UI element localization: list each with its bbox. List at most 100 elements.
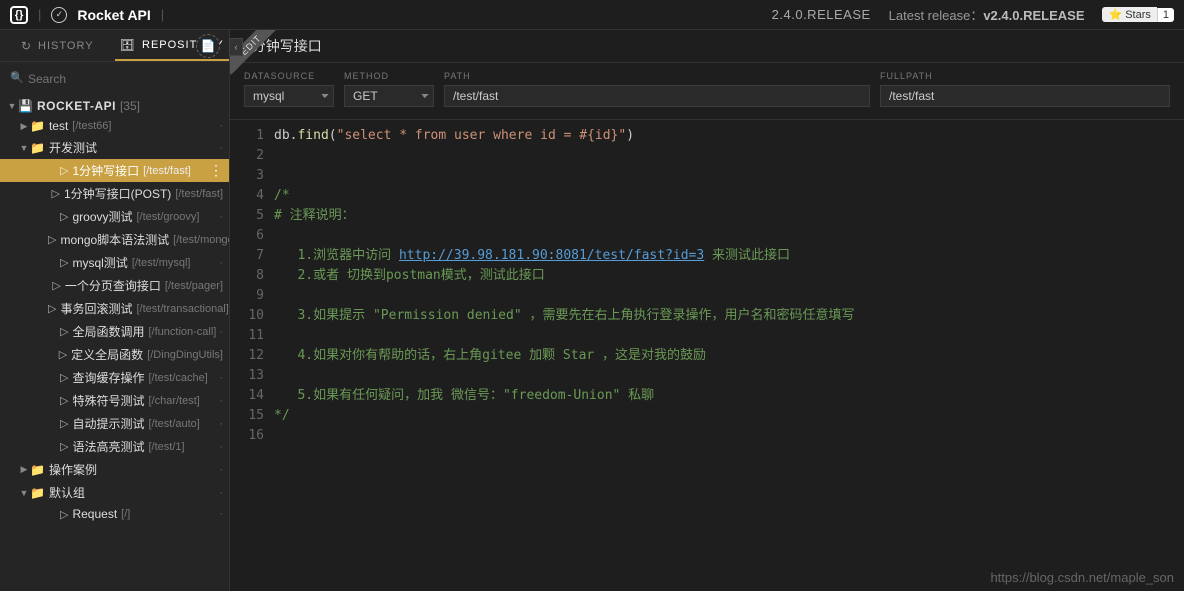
- tree-folder[interactable]: ▶📁test[/test66]·: [0, 116, 229, 136]
- collapse-sidebar-button[interactable]: ‹: [229, 38, 243, 56]
- tree-file[interactable]: ▷mysql测试[/test/mysql]·: [0, 251, 229, 274]
- tree-folder[interactable]: ▼📁开发测试·: [0, 136, 229, 159]
- node-path: [/test/auto]: [148, 418, 199, 430]
- file-icon: ▷: [60, 394, 68, 407]
- search-input[interactable]: [8, 68, 221, 90]
- code-body[interactable]: db.find("select * from user where id = #…: [274, 126, 1184, 591]
- file-icon: ▷: [52, 187, 60, 200]
- folder-icon: 📁: [30, 486, 45, 500]
- chevron-icon[interactable]: ▼: [18, 488, 30, 498]
- node-path: [/test/1]: [148, 441, 184, 453]
- file-icon: ▷: [60, 508, 68, 521]
- path-input[interactable]: [444, 85, 870, 107]
- tree-file[interactable]: ▷定义全局函数[/DingDingUtils]·: [0, 343, 229, 366]
- node-name: test: [49, 119, 68, 133]
- sidebar: ↻HISTORY 🗄REPOSITORY ▼ 💾 ROCKET-API [35]…: [0, 30, 230, 591]
- node-name: 定义全局函数: [71, 346, 143, 363]
- node-name: 查询缓存操作: [72, 369, 144, 386]
- root-name: ROCKET-API: [37, 99, 116, 113]
- search-row: [0, 62, 229, 96]
- path-field: PATH: [444, 71, 870, 107]
- app-header: {} | ✓ Rocket API | 2.4.0.RELEASE Latest…: [0, 0, 1184, 30]
- fullpath-input[interactable]: [880, 85, 1170, 107]
- file-icon: ▷: [59, 348, 67, 361]
- tree-file[interactable]: ▷一个分页查询接口[/test/pager]·: [0, 274, 229, 297]
- badge: ·: [219, 418, 223, 430]
- chevron-down-icon[interactable]: ▼: [6, 101, 18, 111]
- badge: ·: [219, 441, 223, 453]
- badge: ·: [219, 211, 223, 223]
- node-name: 特殊符号测试: [72, 392, 144, 409]
- more-icon[interactable]: ⋮: [209, 162, 223, 179]
- tree-file[interactable]: ▷mongo脚本语法测试[/test/mongo]·: [0, 228, 229, 251]
- github-badge[interactable]: ⭐ Stars 1: [1102, 7, 1174, 22]
- node-name: mongo脚本语法测试: [60, 231, 169, 248]
- tree-file[interactable]: ▷全局函数调用[/function-call]·: [0, 320, 229, 343]
- header-right: 2.4.0.RELEASE Latest release：v2.4.0.RELE…: [772, 5, 1174, 24]
- tree-folder[interactable]: ▶📁操作案例·: [0, 458, 229, 481]
- brand-name: Rocket API: [77, 7, 150, 23]
- badge: ·: [219, 464, 223, 476]
- folder-icon: 📁: [30, 141, 45, 155]
- badge: ·: [219, 280, 223, 292]
- node-path: [/function-call]: [148, 326, 216, 338]
- fullpath-field: FULLPATH: [880, 71, 1170, 107]
- folder-icon: 📁: [30, 463, 45, 477]
- method-select[interactable]: GET: [344, 85, 434, 107]
- file-tree[interactable]: ▼ 💾 ROCKET-API [35] ▶📁test[/test66]·▼📁开发…: [0, 96, 229, 591]
- node-path: [/DingDingUtils]: [147, 349, 223, 361]
- node-path: [/test/fast]: [143, 165, 191, 177]
- method-label: METHOD: [344, 71, 434, 81]
- tree-file[interactable]: ▷groovy测试[/test/groovy]·: [0, 205, 229, 228]
- chevron-icon[interactable]: ▼: [18, 143, 30, 153]
- watermark-text: https://blog.csdn.net/maple_son: [990, 570, 1174, 585]
- node-name: 默认组: [49, 484, 85, 501]
- node-path: [/test66]: [72, 120, 111, 132]
- tree-file[interactable]: ▷事务回滚测试[/test/transactional]·: [0, 297, 229, 320]
- tree-file[interactable]: ▷Request[/]·: [0, 504, 229, 524]
- file-icon: ▷: [60, 440, 68, 453]
- badge: ·: [219, 487, 223, 499]
- root-count: [35]: [120, 99, 140, 113]
- tree-file[interactable]: ▷1分钟写接口(POST)[/test/fast]·: [0, 182, 229, 205]
- node-path: [/test/transactional]: [136, 303, 228, 315]
- badge: ·: [219, 257, 223, 269]
- tree-file[interactable]: ▷1分钟写接口[/test/fast]⋮: [0, 159, 229, 182]
- badge: ·: [219, 303, 223, 315]
- tree-root[interactable]: ▼ 💾 ROCKET-API [35]: [0, 96, 229, 116]
- history-icon: ↻: [21, 39, 32, 53]
- add-file-button[interactable]: 📄: [196, 34, 220, 58]
- tree-file[interactable]: ▷语法高亮测试[/test/1]·: [0, 435, 229, 458]
- title-bar: [230, 30, 1184, 63]
- badge: ·: [219, 142, 223, 154]
- api-title-input[interactable]: [244, 38, 1170, 54]
- code-editor[interactable]: 12345678910111213141516 db.find("select …: [230, 120, 1184, 591]
- file-icon: ▷: [48, 302, 56, 315]
- tree-file[interactable]: ▷自动提示测试[/test/auto]·: [0, 412, 229, 435]
- node-name: 自动提示测试: [72, 415, 144, 432]
- release-label: Latest release：: [889, 8, 984, 23]
- node-name: Request: [72, 507, 117, 521]
- divider: |: [161, 7, 164, 22]
- chevron-icon[interactable]: ▶: [18, 121, 30, 132]
- file-icon: ▷: [60, 210, 68, 223]
- node-name: 1分钟写接口(POST): [64, 185, 171, 202]
- node-path: [/test/cache]: [148, 372, 207, 384]
- tree-file[interactable]: ▷特殊符号测试[/char/test]·: [0, 389, 229, 412]
- tree-file[interactable]: ▷查询缓存操作[/test/cache]·: [0, 366, 229, 389]
- github-stars-button[interactable]: ⭐ Stars: [1102, 7, 1156, 22]
- fullpath-label: FULLPATH: [880, 71, 1170, 81]
- folder-icon: 📁: [30, 119, 45, 133]
- file-icon: ▷: [52, 279, 60, 292]
- tree-folder[interactable]: ▼📁 默认组 ·: [0, 481, 229, 504]
- node-name: 1分钟写接口: [72, 162, 139, 179]
- file-icon: ▷: [60, 325, 68, 338]
- github-stars-count: 1: [1157, 8, 1174, 22]
- badge: ·: [219, 188, 223, 200]
- datasource-select[interactable]: mysql: [244, 85, 334, 107]
- divider: |: [38, 7, 41, 22]
- path-label: PATH: [444, 71, 870, 81]
- node-path: [/]: [121, 508, 130, 520]
- chevron-icon[interactable]: ▶: [18, 464, 30, 475]
- tab-history[interactable]: ↻HISTORY: [0, 30, 115, 61]
